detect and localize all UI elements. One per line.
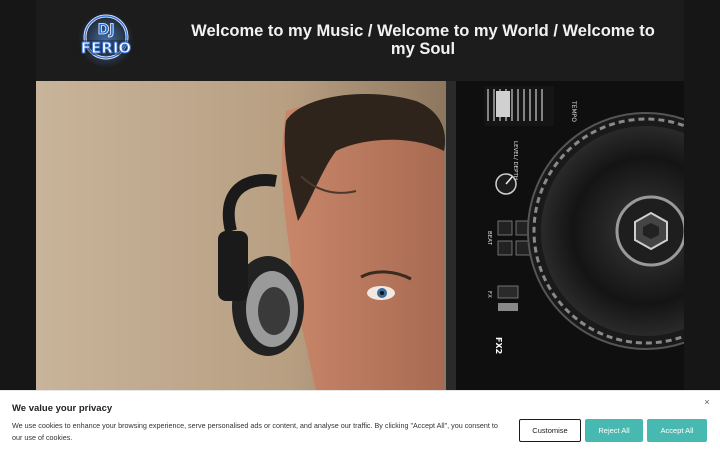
site-logo[interactable]: DJ FERIO	[68, 10, 144, 70]
cookie-text: We use cookies to enhance your browsing …	[12, 421, 498, 442]
customise-button[interactable]: Customise	[519, 419, 581, 442]
beat-label: BEAT	[486, 231, 492, 246]
accept-all-button[interactable]: Accept All	[647, 419, 707, 442]
tempo-fader	[484, 86, 554, 126]
tempo-label: TEMPO	[570, 100, 577, 122]
content-container: DJ FERIO Welcome to my Music / Welcome t…	[36, 0, 684, 450]
hero-image: TEMPO LEVEL/ DEPTH BEAT FX FX2	[36, 81, 684, 391]
logo-mark: DJ	[98, 22, 115, 38]
reject-all-button[interactable]: Reject All	[585, 419, 643, 442]
cookie-consent-banner: We value your privacy We use cookies to …	[0, 390, 720, 450]
site-title: Welcome to my Music / Welcome to my Worl…	[191, 22, 655, 58]
level-label: LEVEL/ DEPTH	[512, 141, 518, 180]
close-icon[interactable]: ×	[701, 396, 713, 408]
fx-label: FX	[486, 291, 492, 298]
fx2-label: FX2	[494, 337, 503, 354]
logo-text: FERIO	[81, 39, 131, 57]
cookie-title: We value your privacy	[12, 403, 113, 414]
page: DJ FERIO Welcome to my Music / Welcome t…	[0, 0, 720, 450]
dj-ferio-logo-icon: DJ FERIO	[72, 12, 140, 68]
site-header: DJ FERIO Welcome to my Music / Welcome t…	[36, 0, 684, 81]
hero-photo: TEMPO LEVEL/ DEPTH BEAT FX FX2	[36, 81, 684, 391]
